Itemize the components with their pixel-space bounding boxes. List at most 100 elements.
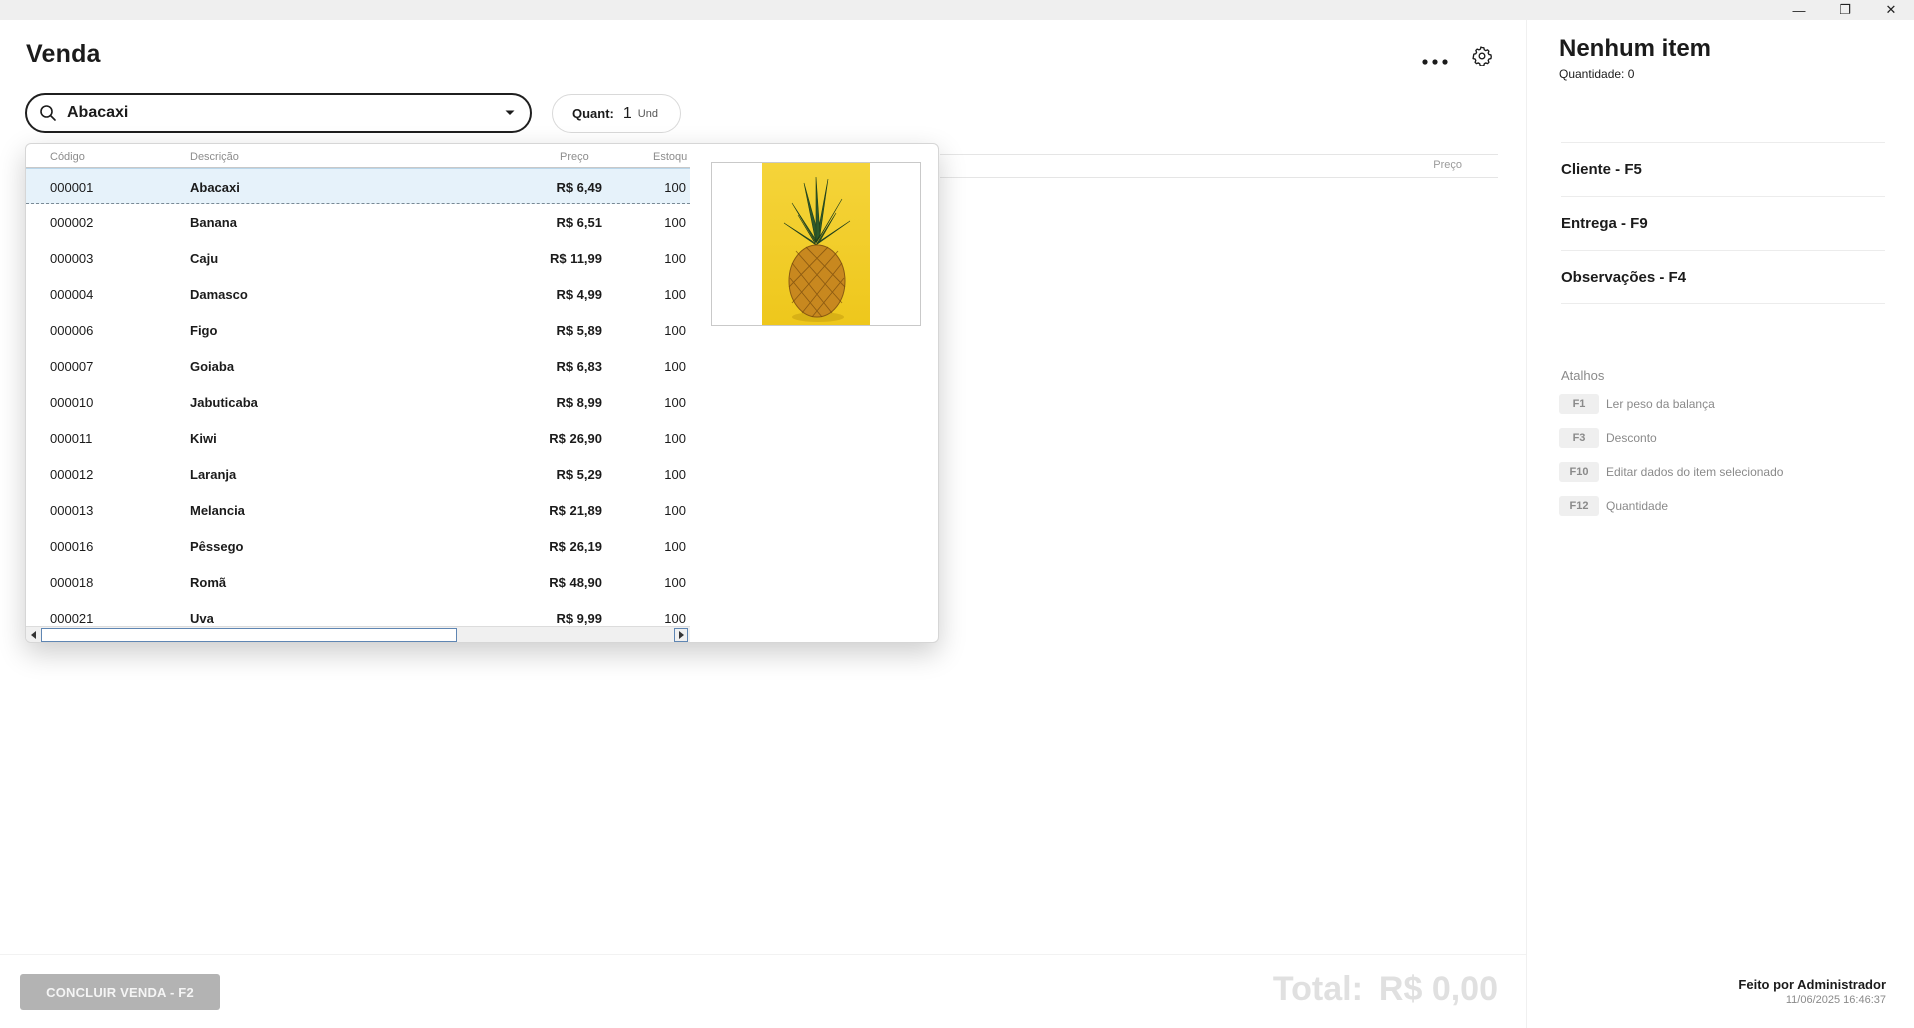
product-dropdown: Código Descrição Preço Estoqu 000001 Aba… bbox=[25, 143, 939, 643]
product-price: R$ 21,89 bbox=[549, 503, 602, 518]
close-button[interactable]: ✕ bbox=[1868, 0, 1914, 20]
scroll-left-button[interactable] bbox=[27, 628, 41, 642]
product-row[interactable]: 000013 Melancia R$ 21,89 100 bbox=[26, 492, 690, 528]
more-icon bbox=[1422, 59, 1448, 65]
product-row[interactable]: 000004 Damasco R$ 4,99 100 bbox=[26, 276, 690, 312]
product-code: 000013 bbox=[50, 503, 94, 518]
product-description: Banana bbox=[190, 215, 237, 230]
shortcuts-title: Atalhos bbox=[1561, 368, 1605, 383]
shortcut-item: F1 Ler peso da balança bbox=[1559, 394, 1715, 414]
scrollbar-thumb[interactable] bbox=[41, 628, 457, 642]
product-stock: 100 bbox=[664, 251, 686, 266]
product-code: 000018 bbox=[50, 575, 94, 590]
settings-button[interactable] bbox=[1468, 42, 1496, 70]
product-row[interactable]: 000012 Laranja R$ 5,29 100 bbox=[26, 456, 690, 492]
product-code: 000004 bbox=[50, 287, 94, 302]
product-row[interactable]: 000018 Romã R$ 48,90 100 bbox=[26, 564, 690, 600]
more-options-button[interactable] bbox=[1417, 50, 1453, 74]
window-titlebar: — ❐ ✕ bbox=[0, 0, 1914, 20]
product-row[interactable]: 000016 Pêssego R$ 26,19 100 bbox=[26, 528, 690, 564]
product-description: Goiaba bbox=[190, 359, 235, 374]
arrow-right-icon bbox=[679, 631, 684, 639]
column-header-price[interactable]: Preço bbox=[560, 151, 589, 163]
product-row[interactable]: 000006 Figo R$ 5,89 100 bbox=[26, 312, 690, 348]
product-price: R$ 8,99 bbox=[556, 395, 602, 410]
notes-section-button[interactable]: Observações - F4 bbox=[1561, 250, 1885, 304]
quantity-value[interactable]: 1 bbox=[623, 105, 632, 123]
product-description: Abacaxi bbox=[190, 180, 240, 195]
product-code: 000021 bbox=[50, 611, 94, 626]
chevron-down-icon[interactable] bbox=[504, 109, 516, 117]
product-stock: 100 bbox=[664, 467, 686, 482]
total-value: R$ 0,00 bbox=[1378, 970, 1498, 1008]
shortcut-label: Quantidade bbox=[1606, 499, 1669, 513]
made-by-text: Feito por Administrador bbox=[1738, 977, 1886, 992]
quantity-unit: Und bbox=[637, 107, 658, 120]
product-search-box[interactable] bbox=[25, 93, 532, 133]
product-row[interactable]: 000007 Goiaba R$ 6,83 100 bbox=[26, 348, 690, 384]
column-header-description[interactable]: Descrição bbox=[190, 151, 239, 163]
product-price: R$ 6,51 bbox=[556, 215, 602, 230]
product-row[interactable]: 000003 Caju R$ 11,99 100 bbox=[26, 240, 690, 276]
close-icon: ✕ bbox=[1885, 2, 1897, 17]
product-description: Pêssego bbox=[190, 539, 244, 554]
product-row[interactable]: 000002 Banana R$ 6,51 100 bbox=[26, 204, 690, 240]
maximize-button[interactable]: ❐ bbox=[1822, 0, 1868, 20]
product-price: R$ 11,99 bbox=[549, 251, 602, 266]
product-stock: 100 bbox=[664, 215, 686, 230]
product-description: Damasco bbox=[190, 287, 248, 302]
product-code: 000002 bbox=[50, 215, 94, 230]
total-label: Total: bbox=[1272, 970, 1363, 1008]
finish-sale-button[interactable]: CONCLUIR VENDA - F2 bbox=[20, 974, 220, 1010]
delivery-section-label: Entrega - F9 bbox=[1561, 215, 1648, 232]
product-code: 000007 bbox=[50, 359, 94, 374]
shortcut-key: F12 bbox=[1559, 496, 1599, 516]
scroll-right-button[interactable] bbox=[674, 628, 688, 642]
product-price: R$ 4,99 bbox=[556, 287, 602, 302]
product-code: 000012 bbox=[50, 467, 94, 482]
product-stock: 100 bbox=[664, 359, 686, 374]
shortcut-item: F3 Desconto bbox=[1559, 428, 1657, 448]
minimize-button[interactable]: — bbox=[1776, 0, 1822, 20]
product-code: 000003 bbox=[50, 251, 94, 266]
cart-price-header: Preço bbox=[1433, 159, 1462, 171]
shortcut-label: Ler peso da balança bbox=[1606, 397, 1715, 411]
product-description: Caju bbox=[190, 251, 219, 266]
footer-divider bbox=[0, 954, 1526, 955]
product-image bbox=[711, 162, 921, 326]
total-display: Total: R$ 0,00 bbox=[1273, 970, 1498, 1009]
quantity-label: Quant: bbox=[572, 106, 614, 121]
product-row[interactable]: 000010 Jabuticaba R$ 8,99 100 bbox=[26, 384, 690, 420]
product-price: R$ 26,90 bbox=[549, 431, 602, 446]
column-header-stock[interactable]: Estoqu bbox=[653, 151, 687, 163]
product-description: Kiwi bbox=[190, 431, 217, 446]
search-input[interactable] bbox=[67, 104, 487, 122]
client-section-button[interactable]: Cliente - F5 bbox=[1561, 142, 1885, 196]
product-row[interactable]: 000001 Abacaxi R$ 6,49 100 bbox=[26, 168, 690, 204]
quantity-box[interactable]: Quant: 1 Und bbox=[552, 94, 681, 133]
minimize-icon: — bbox=[1792, 2, 1806, 18]
product-description: Romã bbox=[190, 575, 227, 590]
search-icon bbox=[40, 105, 56, 121]
product-code: 000001 bbox=[50, 180, 94, 195]
shortcut-item: F12 Quantidade bbox=[1559, 496, 1668, 516]
product-description: Melancia bbox=[190, 503, 245, 518]
product-price: R$ 5,29 bbox=[556, 467, 602, 482]
product-row[interactable]: 000011 Kiwi R$ 26,90 100 bbox=[26, 420, 690, 456]
made-by-datetime: 11/06/2025 16:46:37 bbox=[1785, 994, 1886, 1006]
product-price: R$ 26,19 bbox=[549, 539, 602, 554]
product-stock: 100 bbox=[664, 611, 686, 626]
arrow-left-icon bbox=[31, 631, 36, 639]
cart-table-header: Preço bbox=[940, 154, 1498, 178]
column-header-code[interactable]: Código bbox=[50, 151, 85, 163]
shortcut-label: Editar dados do item selecionado bbox=[1606, 465, 1784, 479]
product-price: R$ 6,83 bbox=[556, 359, 602, 374]
product-price: R$ 6,49 bbox=[556, 180, 602, 195]
delivery-section-button[interactable]: Entrega - F9 bbox=[1561, 196, 1885, 250]
product-code: 000006 bbox=[50, 323, 94, 338]
product-description: Jabuticaba bbox=[190, 395, 258, 410]
product-code: 000010 bbox=[50, 395, 94, 410]
summary-quantity: Quantidade: 0 bbox=[1559, 67, 1635, 81]
shortcut-key: F10 bbox=[1559, 462, 1599, 482]
horizontal-scrollbar[interactable] bbox=[26, 626, 690, 642]
